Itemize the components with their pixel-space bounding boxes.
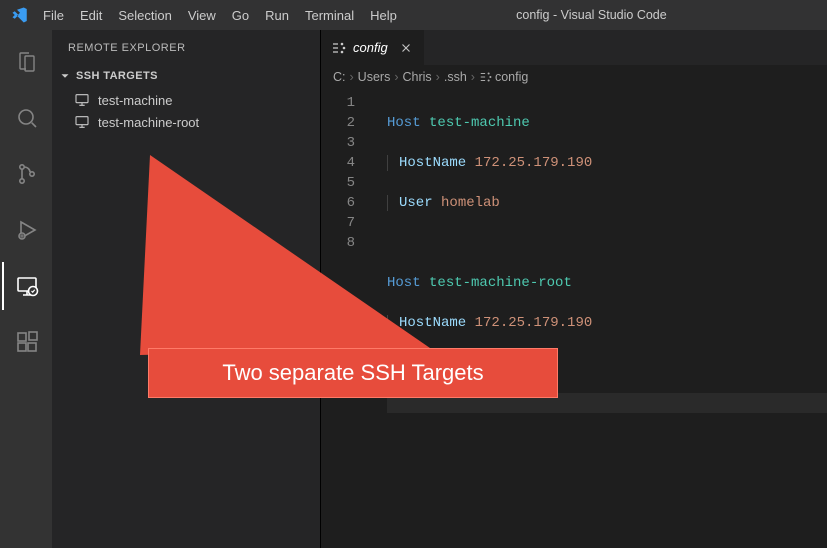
chevron-right-icon: › — [436, 70, 440, 84]
annotation-arrow — [130, 155, 430, 365]
remote-explorer-icon[interactable] — [2, 262, 50, 310]
menu-bar: File Edit Selection View Go Run Terminal… — [36, 4, 404, 27]
callout-text: Two separate SSH Targets — [222, 360, 483, 386]
settings-file-icon — [331, 40, 347, 56]
ssh-target-label: test-machine — [98, 93, 172, 108]
editor-tabs: config — [321, 30, 827, 65]
ssh-target-item[interactable]: test-machine — [52, 89, 320, 111]
menu-help[interactable]: Help — [363, 4, 404, 27]
annotation-callout: Two separate SSH Targets — [148, 348, 558, 398]
vscode-logo-icon — [8, 6, 32, 24]
run-debug-icon[interactable] — [2, 206, 50, 254]
crumb-folder[interactable]: .ssh — [444, 70, 467, 84]
crumb-folder[interactable]: Users — [358, 70, 391, 84]
ssh-targets-tree: test-machine test-machine-root — [52, 87, 320, 135]
menu-go[interactable]: Go — [225, 4, 256, 27]
crumb-file[interactable]: config — [479, 70, 528, 84]
monitor-icon — [74, 92, 90, 108]
extensions-icon[interactable] — [2, 318, 50, 366]
menu-terminal[interactable]: Terminal — [298, 4, 361, 27]
menu-file[interactable]: File — [36, 4, 71, 27]
tab-config[interactable]: config — [321, 30, 425, 65]
chevron-right-icon: › — [350, 70, 354, 84]
chevron-down-icon — [58, 69, 72, 83]
breadcrumbs[interactable]: C: › Users › Chris › .ssh › config — [321, 65, 827, 89]
chevron-right-icon: › — [471, 70, 475, 84]
ssh-target-label: test-machine-root — [98, 115, 199, 130]
settings-file-icon — [479, 70, 493, 84]
menu-run[interactable]: Run — [258, 4, 296, 27]
crumb-folder[interactable]: Chris — [403, 70, 432, 84]
crumb-drive[interactable]: C: — [333, 70, 346, 84]
code-content[interactable]: Host test-machine HostName 172.25.179.19… — [371, 89, 827, 548]
window-title: config - Visual Studio Code — [404, 8, 819, 22]
title-bar: File Edit Selection View Go Run Terminal… — [0, 0, 827, 30]
monitor-icon — [74, 114, 90, 130]
section-label: SSH TARGETS — [76, 70, 158, 82]
chevron-right-icon: › — [394, 70, 398, 84]
ssh-targets-section[interactable]: SSH TARGETS — [52, 65, 320, 87]
source-control-icon[interactable] — [2, 150, 50, 198]
search-icon[interactable] — [2, 94, 50, 142]
tab-label: config — [353, 40, 388, 55]
explorer-icon[interactable] — [2, 38, 50, 86]
menu-edit[interactable]: Edit — [73, 4, 109, 27]
menu-selection[interactable]: Selection — [111, 4, 178, 27]
ssh-target-item[interactable]: test-machine-root — [52, 111, 320, 133]
tab-close-icon[interactable] — [398, 40, 414, 56]
activity-bar — [0, 30, 52, 548]
crumb-file-label: config — [495, 70, 528, 84]
sidebar-title: Remote Explorer — [52, 30, 320, 65]
menu-view[interactable]: View — [181, 4, 223, 27]
